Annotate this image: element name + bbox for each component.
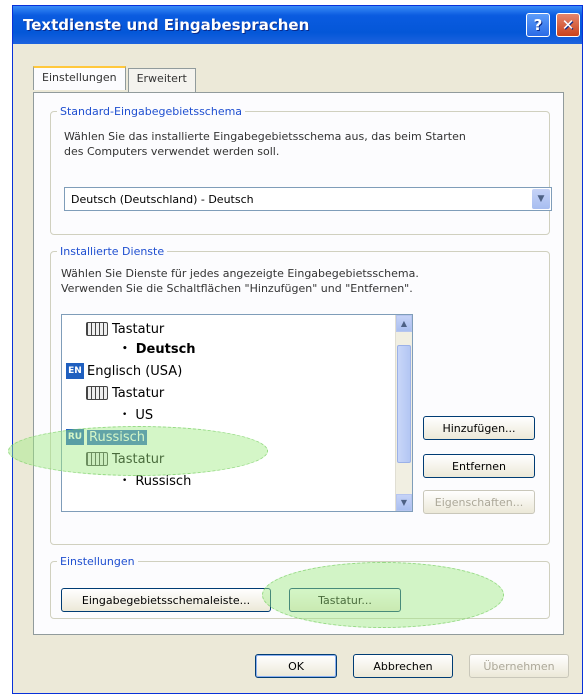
tree-item-keyboard[interactable]: Tastatur bbox=[86, 383, 164, 403]
default-language-group: Standard-Eingabegebietsschema bbox=[50, 105, 550, 235]
help-button[interactable]: ? bbox=[526, 13, 550, 37]
properties-button[interactable]: Eigenschaften... bbox=[423, 490, 535, 514]
close-button[interactable]: ✕ bbox=[556, 13, 580, 37]
tree-item-label: US bbox=[135, 407, 154, 423]
bullet-icon: • bbox=[122, 476, 128, 486]
help-icon: ? bbox=[533, 16, 543, 34]
language-flag-icon: EN bbox=[66, 363, 84, 379]
scroll-up-icon[interactable]: ▲ bbox=[396, 315, 412, 332]
preferences-group: Einstellungen Eingabegebietsschemaleiste… bbox=[50, 555, 550, 619]
default-language-legend: Standard-Eingabegebietsschema bbox=[60, 105, 243, 118]
title-bar[interactable]: Textdienste und Eingabesprachen ? ✕ bbox=[13, 6, 582, 44]
cancel-button[interactable]: Abbrechen bbox=[353, 654, 453, 678]
installed-services-description-line2: Verwenden Sie die Schaltflächen "Hinzufü… bbox=[61, 282, 413, 295]
tree-scrollbar[interactable]: ▲ ▼ bbox=[395, 315, 412, 511]
remove-button[interactable]: Entfernen bbox=[423, 454, 535, 478]
installed-services-description-line1: Wählen Sie Dienste für jedes angezeigte … bbox=[61, 267, 419, 280]
apply-button[interactable]: Übernehmen bbox=[469, 654, 569, 678]
tab-advanced[interactable]: Erweitert bbox=[127, 68, 196, 92]
default-language-description: Wählen Sie das installierte Eingabegebie… bbox=[64, 129, 466, 159]
tree-item-keyboard[interactable]: Tastatur bbox=[86, 449, 164, 469]
add-button[interactable]: Hinzufügen... bbox=[423, 416, 535, 440]
preferences-legend: Einstellungen bbox=[60, 555, 135, 568]
tree-item-label: Tastatur bbox=[112, 451, 165, 467]
ok-button[interactable]: OK bbox=[255, 654, 337, 678]
scroll-down-icon[interactable]: ▼ bbox=[396, 494, 412, 511]
chevron-down-icon[interactable]: ▼ bbox=[532, 189, 550, 209]
window-title: Textdienste und Eingabesprachen bbox=[23, 16, 310, 34]
tab-strip: Einstellungen Erweitert bbox=[33, 66, 198, 92]
tree-item-label: Tastatur bbox=[112, 321, 165, 337]
keyboard-icon bbox=[86, 322, 108, 336]
tree-item-language-en[interactable]: EN Englisch (USA) bbox=[66, 361, 182, 381]
language-bar-button[interactable]: Eingabegebietsschemaleiste... bbox=[61, 588, 271, 612]
scroll-thumb[interactable] bbox=[397, 345, 411, 463]
bullet-icon: • bbox=[122, 344, 128, 354]
keyboard-icon bbox=[86, 452, 108, 466]
dialog-window: Textdienste und Eingabesprachen ? ✕ Eins… bbox=[12, 5, 583, 694]
close-icon: ✕ bbox=[561, 16, 575, 34]
services-tree[interactable]: Tastatur • Deutsch EN Englisch (USA) Tas… bbox=[61, 314, 413, 512]
language-flag-icon: RU bbox=[66, 429, 84, 445]
default-language-combo[interactable]: Deutsch (Deutschland) - Deutsch ▼ bbox=[64, 187, 552, 211]
tree-item-layout[interactable]: • Russisch bbox=[122, 471, 191, 491]
keyboard-icon bbox=[86, 386, 108, 400]
installed-services-group: Installierte Dienste Wählen Sie Dienste … bbox=[50, 245, 550, 545]
default-language-description-line1: Wählen Sie das installierte Eingabegebie… bbox=[64, 130, 466, 143]
tree-item-layout[interactable]: • US bbox=[122, 405, 153, 425]
tree-item-keyboard[interactable]: Tastatur bbox=[86, 319, 164, 339]
tree-item-label: Tastatur bbox=[112, 385, 165, 401]
installed-services-description: Wählen Sie Dienste für jedes angezeigte … bbox=[61, 266, 419, 296]
tab-settings[interactable]: Einstellungen bbox=[33, 66, 126, 90]
tree-item-label: Englisch (USA) bbox=[87, 363, 183, 379]
tree-item-label: Russisch bbox=[135, 473, 192, 489]
installed-services-legend: Installierte Dienste bbox=[60, 245, 165, 258]
tree-item-language-ru[interactable]: RU Russisch bbox=[66, 427, 148, 447]
tree-item-label-selected: Russisch bbox=[87, 429, 148, 445]
default-language-combo-value: Deutsch (Deutschland) - Deutsch bbox=[71, 192, 254, 206]
keyboard-settings-button[interactable]: Tastatur... bbox=[289, 588, 401, 612]
tree-item-label: Deutsch bbox=[135, 341, 196, 357]
tree-item-layout[interactable]: • Deutsch bbox=[122, 339, 196, 359]
default-language-description-line2: des Computers verwendet werden soll. bbox=[64, 145, 280, 158]
bullet-icon: • bbox=[122, 410, 128, 420]
tab-panel: Standard-Eingabegebietsschema Wählen Sie… bbox=[33, 92, 564, 635]
